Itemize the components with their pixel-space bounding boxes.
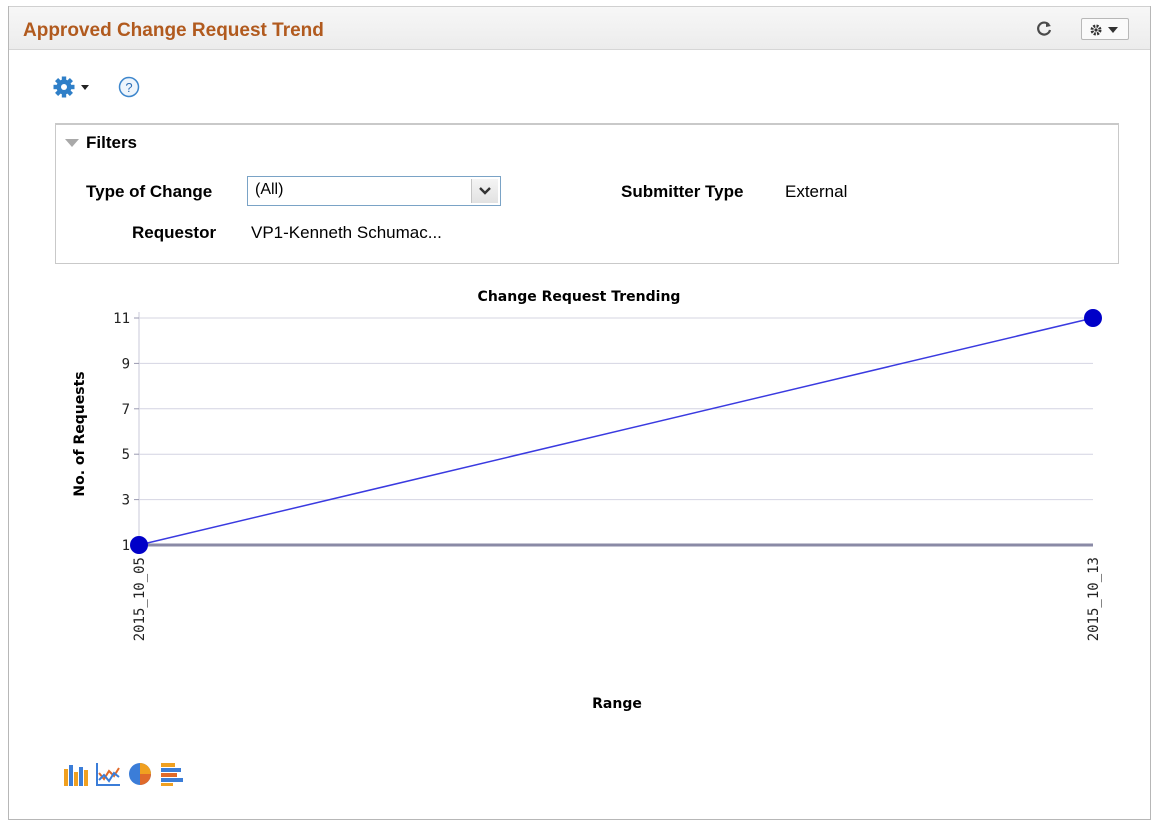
x-tick-labels: 2015_10_05 2015_10_13 <box>132 557 1102 641</box>
y-tick-label: 9 <box>122 356 130 372</box>
y-tick-label: 3 <box>122 493 130 509</box>
pie-chart-icon[interactable] <box>127 761 153 787</box>
series <box>130 309 1102 554</box>
horizontal-bar-chart-icon[interactable] <box>159 761 185 787</box>
x-tick-label: 2015_10_05 <box>132 557 148 641</box>
grid-lines <box>134 312 1093 547</box>
pagelet: Approved Change Request Trend ? Filters … <box>8 6 1151 820</box>
bar-chart-icon[interactable] <box>63 761 89 787</box>
line-chart-icon[interactable] <box>95 761 121 787</box>
chart-title: Change Request Trending <box>478 289 681 305</box>
x-axis-label: Range <box>592 696 642 712</box>
y-axis-label: No. of Requests <box>72 371 88 496</box>
data-point <box>130 536 148 554</box>
y-tick-label: 1 <box>122 538 130 554</box>
data-point <box>1084 309 1102 327</box>
y-tick-label: 5 <box>122 447 130 463</box>
series-line <box>138 317 1094 546</box>
y-tick-labels: 1 3 5 7 9 11 <box>113 311 130 554</box>
y-tick-label: 7 <box>122 402 130 418</box>
x-tick-label: 2015_10_13 <box>1086 557 1102 641</box>
line-chart: Change Request Trending No. of Requests … <box>72 289 1102 712</box>
y-tick-label: 11 <box>113 311 130 327</box>
